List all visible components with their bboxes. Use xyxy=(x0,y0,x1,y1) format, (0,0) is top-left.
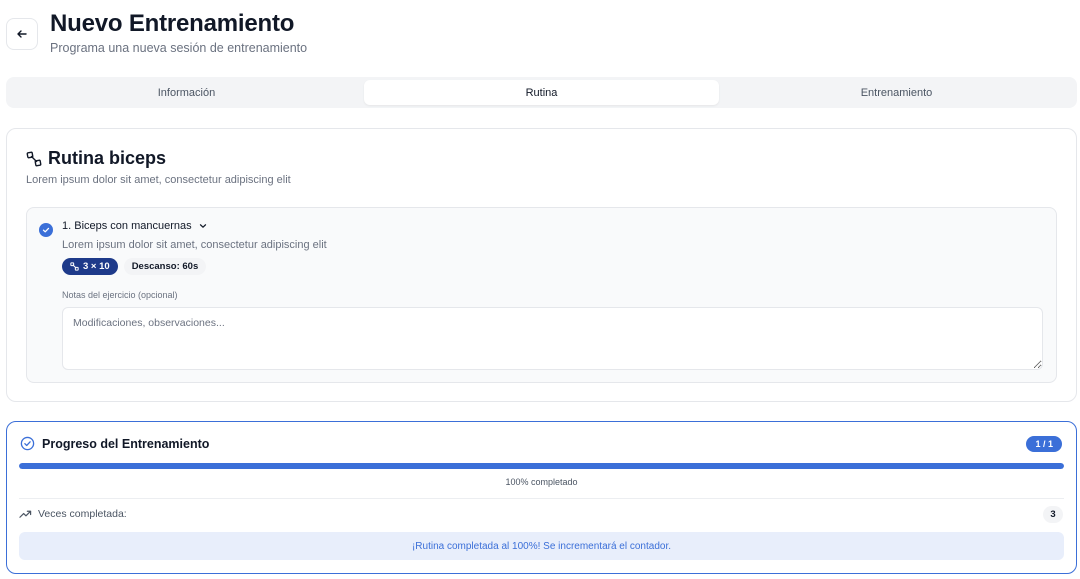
notes-textarea[interactable] xyxy=(62,307,1043,370)
completion-banner: ¡Rutina completada al 100%! Se increment… xyxy=(19,532,1064,560)
trending-up-icon xyxy=(19,510,32,518)
times-completed-label: Veces completada: xyxy=(38,508,127,520)
back-button[interactable] xyxy=(6,18,38,50)
tab-entrenamiento[interactable]: Entrenamiento xyxy=(719,80,1074,105)
times-completed-row: Veces completada: xyxy=(19,508,127,520)
dumbbell-icon xyxy=(70,262,79,271)
dumbbell-icon xyxy=(26,151,42,166)
progress-percent-text: 100% completado xyxy=(505,477,578,487)
exercise-name: 1. Biceps con mancuernas xyxy=(62,220,192,232)
exercise-toggle[interactable]: 1. Biceps con mancuernas xyxy=(62,220,208,232)
exercise-item: 1. Biceps con mancuernas Lorem ipsum dol… xyxy=(26,207,1057,383)
progress-counter-badge: 1 / 1 xyxy=(1026,436,1062,452)
progress-bar xyxy=(19,463,1064,469)
progress-card: Progreso del Entrenamiento 1 / 1 100% co… xyxy=(6,421,1077,574)
progress-bar-fill xyxy=(19,463,1064,469)
tab-rutina[interactable]: Rutina xyxy=(364,80,719,105)
tab-informacion[interactable]: Información xyxy=(9,80,364,105)
routine-description: Lorem ipsum dolor sit amet, consectetur … xyxy=(26,174,291,186)
notes-label: Notas del ejercicio (opcional) xyxy=(62,290,178,300)
progress-header: Progreso del Entrenamiento xyxy=(20,436,209,451)
routine-title: Rutina biceps xyxy=(48,148,167,168)
chevron-down-icon xyxy=(199,224,206,228)
page-title: Nuevo Entrenamiento xyxy=(50,10,295,37)
routine-card: Rutina biceps Lorem ipsum dolor sit amet… xyxy=(6,128,1077,402)
exercise-badges: 3 × 10 Descanso: 60s xyxy=(62,258,207,275)
page-subtitle: Programa una nueva sesión de entrenamien… xyxy=(50,41,308,55)
progress-title: Progreso del Entrenamiento xyxy=(42,436,210,451)
sets-text: 3 × 10 xyxy=(83,261,110,272)
divider xyxy=(19,498,1064,499)
routine-header: Rutina biceps xyxy=(26,148,166,169)
exercise-description: Lorem ipsum dolor sit amet, consectetur … xyxy=(62,239,327,251)
check-circle-icon[interactable] xyxy=(39,223,53,237)
rest-badge: Descanso: 60s xyxy=(123,258,207,275)
sets-badge: 3 × 10 xyxy=(62,258,118,275)
check-circle-icon xyxy=(20,436,35,451)
tab-bar: Información Rutina Entrenamiento xyxy=(6,77,1077,108)
arrow-left-icon xyxy=(17,30,27,38)
times-completed-count: 3 xyxy=(1043,506,1063,523)
